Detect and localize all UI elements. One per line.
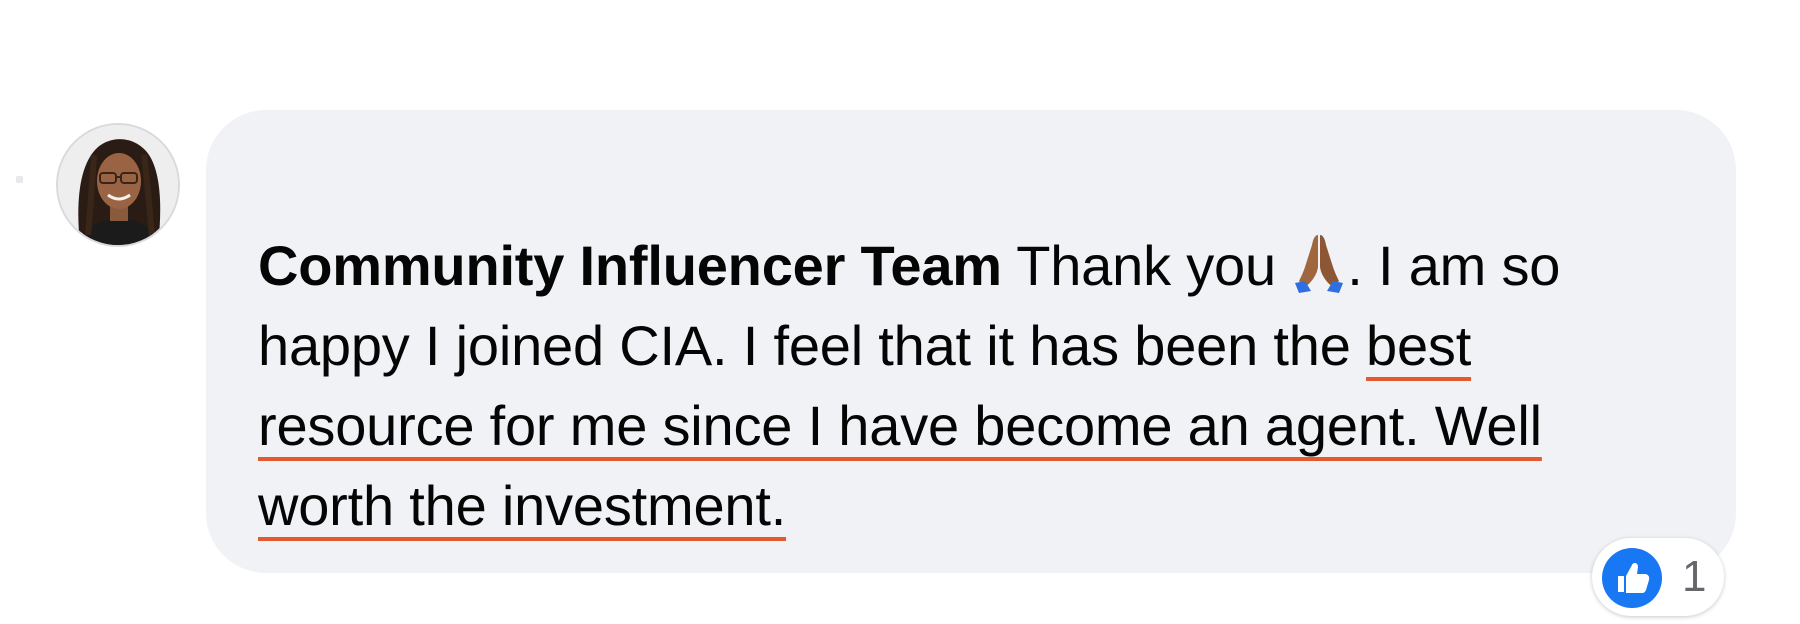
like-icon bbox=[1602, 548, 1662, 608]
folded-hands-icon bbox=[1295, 235, 1344, 293]
reaction-summary[interactable]: 1 bbox=[1592, 538, 1724, 616]
comment-body: Community Influencer Team Thank you . I … bbox=[258, 226, 1678, 546]
avatar-image bbox=[58, 125, 178, 245]
comment-text-start: Thank you bbox=[1016, 234, 1292, 297]
comment: Community Influencer Team Thank you . I … bbox=[0, 0, 1800, 624]
reaction-count: 1 bbox=[1682, 552, 1707, 601]
avatar[interactable] bbox=[56, 123, 180, 247]
divider-dot bbox=[16, 176, 23, 183]
author-name[interactable]: Community Influencer Team bbox=[258, 234, 1002, 297]
